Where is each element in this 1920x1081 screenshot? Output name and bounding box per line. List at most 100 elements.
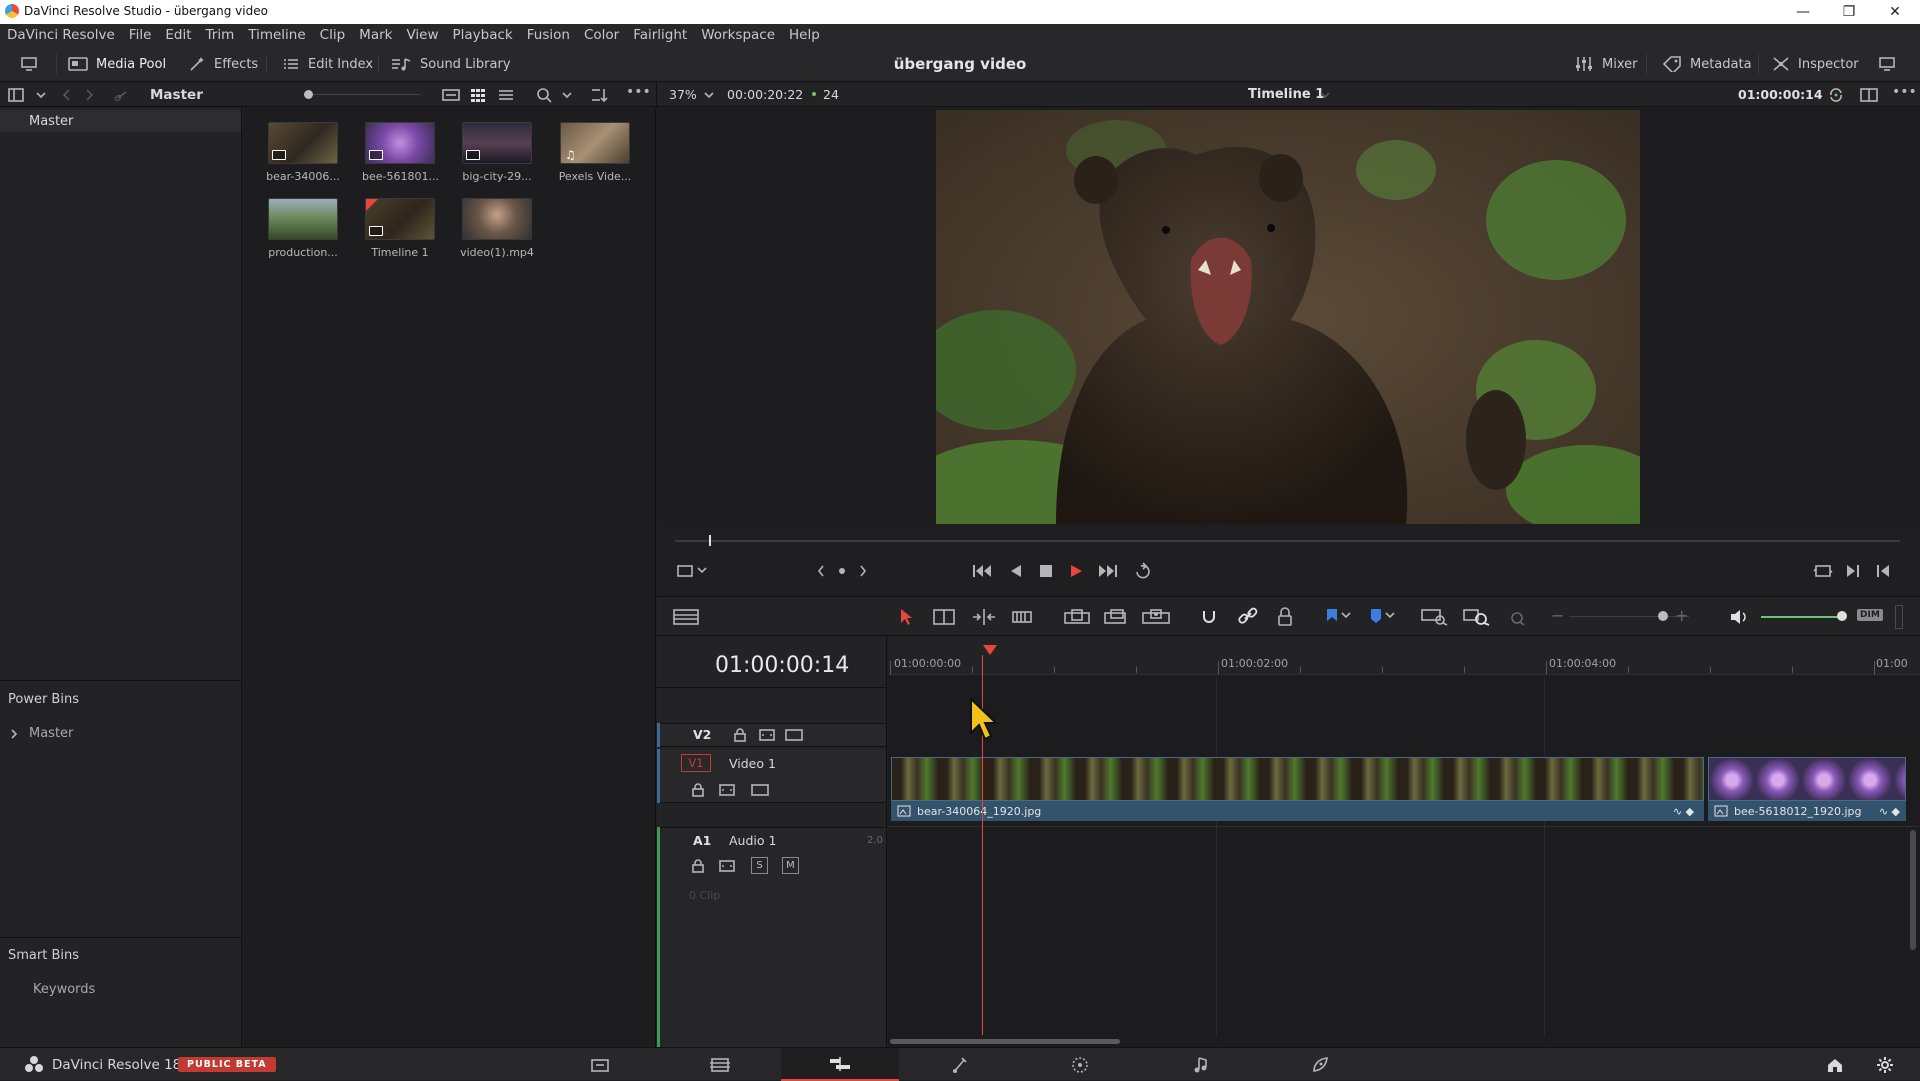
track-name-a1[interactable]: Audio 1 — [729, 833, 776, 848]
track-enable-icon[interactable] — [785, 728, 803, 742]
match-frame-icon[interactable] — [1813, 563, 1833, 579]
auto-select-icon[interactable] — [719, 859, 735, 873]
page-color-button[interactable] — [1021, 1048, 1139, 1081]
menu-mark[interactable]: Mark — [359, 27, 392, 43]
loop-icon[interactable] — [1133, 562, 1153, 580]
position-lock-icon[interactable] — [1277, 607, 1293, 627]
mark-out-icon[interactable] — [1845, 563, 1861, 579]
media-clip-pexels[interactable]: ♫ Pexels Vide... — [557, 122, 633, 183]
lock-icon[interactable] — [691, 859, 705, 873]
more-options-icon[interactable]: ••• — [626, 84, 651, 100]
menu-fairlight[interactable]: Fairlight — [633, 27, 687, 43]
snapping-icon[interactable] — [1199, 607, 1219, 627]
track-label-v1[interactable]: V1 — [681, 754, 711, 772]
menu-davinci-resolve[interactable]: DaVinci Resolve — [7, 27, 115, 43]
chevron-down-icon[interactable] — [562, 91, 572, 101]
chevron-down-icon[interactable] — [36, 90, 46, 100]
marker-icon[interactable] — [1369, 607, 1383, 627]
timeline-clip-bear[interactable]: bear-340064_1920.jpg ∿ ◆ — [891, 757, 1704, 821]
media-pool-button[interactable]: Media Pool — [68, 46, 166, 82]
menu-edit[interactable]: Edit — [165, 27, 191, 43]
blade-tool-icon[interactable] — [1011, 608, 1033, 626]
auto-select-icon[interactable] — [759, 728, 775, 742]
zoom-full-icon[interactable] — [1421, 608, 1449, 626]
page-fairlight-button[interactable] — [1141, 1048, 1259, 1081]
effects-button[interactable]: Effects — [188, 46, 258, 82]
media-clip-bear[interactable]: bear-34006... — [265, 122, 341, 183]
thumbnail-size-knob[interactable] — [304, 90, 313, 99]
track-enable-icon[interactable] — [751, 783, 769, 797]
menu-file[interactable]: File — [129, 27, 152, 43]
thumbnail-view-icon[interactable] — [470, 88, 486, 102]
timeline-vertical-scrollbar[interactable] — [1910, 830, 1916, 950]
menu-timeline[interactable]: Timeline — [248, 27, 305, 43]
page-deliver-button[interactable] — [1261, 1048, 1379, 1081]
go-to-end-icon[interactable] — [1097, 563, 1119, 579]
split-view-icon[interactable] — [1860, 88, 1878, 102]
minimize-button[interactable]: — — [1780, 0, 1826, 24]
forward-arrow-icon[interactable] — [84, 89, 94, 101]
fullscreen-toggle-button[interactable] — [1878, 46, 1896, 82]
lock-icon[interactable] — [733, 728, 747, 742]
inspector-button[interactable]: Inspector — [1772, 46, 1859, 82]
play-icon[interactable] — [1069, 563, 1083, 579]
menu-view[interactable]: View — [406, 27, 438, 43]
overwrite-clip-icon[interactable] — [1103, 608, 1127, 626]
timeline-horizontal-scrollbar[interactable] — [890, 1039, 1120, 1044]
timeline-zoom-knob[interactable] — [1658, 611, 1668, 621]
auto-select-icon[interactable] — [719, 783, 735, 797]
link-icon[interactable] — [114, 88, 130, 102]
menu-color[interactable]: Color — [584, 27, 619, 43]
smart-bin-keywords[interactable]: Keywords — [33, 982, 95, 997]
menu-fusion[interactable]: Fusion — [527, 27, 570, 43]
lock-icon[interactable] — [691, 783, 705, 797]
sort-icon[interactable] — [590, 87, 608, 103]
zoom-out-button[interactable]: − — [1551, 606, 1564, 625]
media-clip-big-city[interactable]: big-city-29... — [459, 122, 535, 183]
menu-workspace[interactable]: Workspace — [701, 27, 775, 43]
edit-index-button[interactable]: Edit Index — [282, 46, 373, 82]
zoom-custom-icon[interactable] — [1505, 608, 1527, 626]
chevron-right-icon[interactable] — [10, 729, 18, 739]
viewer-options-icon[interactable]: ••• — [1892, 84, 1917, 100]
timeline-name[interactable]: Timeline 1 — [1248, 87, 1324, 102]
mute-button[interactable]: M — [782, 857, 799, 874]
search-icon[interactable] — [536, 87, 552, 103]
media-clip-production[interactable]: production... — [265, 198, 341, 259]
media-clip-timeline[interactable]: Timeline 1 — [362, 198, 438, 259]
crop-icon[interactable] — [676, 564, 694, 578]
chevron-down-icon[interactable] — [697, 567, 707, 575]
page-edit-button[interactable] — [781, 1048, 899, 1081]
menu-trim[interactable]: Trim — [206, 27, 235, 43]
list-view-icon[interactable] — [498, 88, 514, 102]
timeline-zoom-slider[interactable] — [1569, 616, 1689, 617]
menu-playback[interactable]: Playback — [453, 27, 513, 43]
menu-clip[interactable]: Clip — [320, 27, 346, 43]
replace-clip-icon[interactable] — [1141, 608, 1171, 626]
flag-icon[interactable] — [1325, 607, 1339, 627]
media-clip-bee[interactable]: bee-561801... — [362, 122, 439, 183]
media-clip-video1[interactable]: video(1).mp4 — [459, 198, 535, 259]
power-bin-master[interactable]: Master — [29, 726, 73, 741]
mark-in-icon[interactable] — [1875, 563, 1891, 579]
timeline-view-options-icon[interactable] — [673, 609, 699, 625]
linked-selection-icon[interactable] — [1237, 607, 1259, 627]
home-icon[interactable] — [1826, 1057, 1844, 1073]
solo-button[interactable]: S — [751, 857, 768, 874]
zoom-detail-icon[interactable] — [1463, 608, 1491, 626]
sync-icon[interactable] — [1828, 87, 1844, 103]
page-cut-button[interactable] — [661, 1048, 779, 1081]
mixer-button[interactable]: Mixer — [1574, 46, 1637, 82]
stop-icon[interactable] — [1039, 563, 1053, 579]
chevron-down-icon[interactable] — [704, 91, 714, 101]
chevron-down-icon[interactable] — [1320, 91, 1330, 101]
menu-help[interactable]: Help — [789, 27, 820, 43]
settings-gear-icon[interactable] — [1876, 1056, 1894, 1074]
close-button[interactable]: ✕ — [1872, 0, 1918, 24]
viewer-zoom[interactable]: 37% — [669, 87, 697, 102]
back-arrow-icon[interactable] — [62, 89, 72, 101]
maximize-button[interactable]: ❐ — [1826, 0, 1872, 24]
dim-button[interactable]: DIM — [1857, 609, 1883, 621]
chevron-down-icon[interactable] — [1385, 612, 1395, 620]
dynamic-trim-icon[interactable] — [971, 608, 997, 626]
